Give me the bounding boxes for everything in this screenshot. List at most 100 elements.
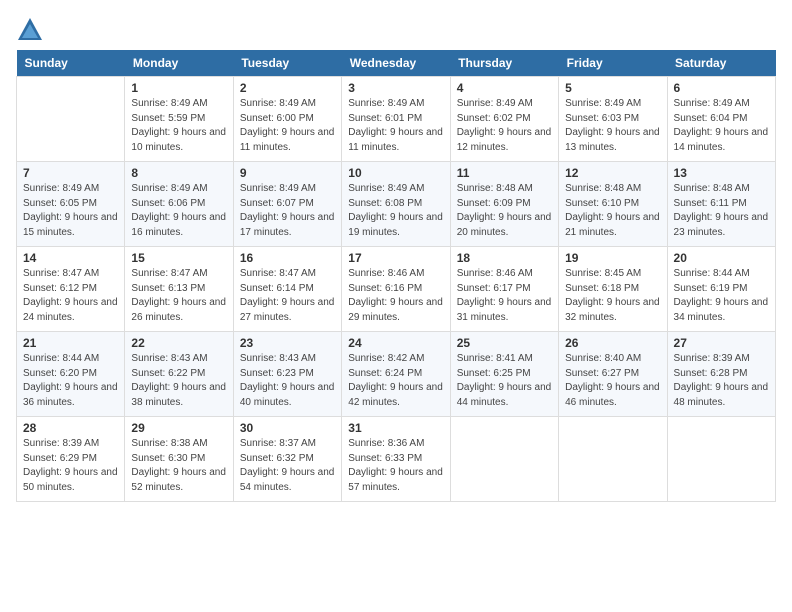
- page-header: [16, 16, 776, 44]
- day-info: Sunrise: 8:44 AMSunset: 6:19 PMDaylight:…: [674, 267, 769, 325]
- calendar-table: SundayMondayTuesdayWednesdayThursdayFrid…: [16, 50, 776, 502]
- day-number: 2: [240, 81, 335, 95]
- calendar-cell: 15 Sunrise: 8:47 AMSunset: 6:13 PMDayligh…: [125, 247, 233, 332]
- day-info: Sunrise: 8:49 AMSunset: 6:06 PMDaylight:…: [131, 182, 226, 240]
- day-number: 18: [457, 251, 552, 265]
- calendar-week-row: 21 Sunrise: 8:44 AMSunset: 6:20 PMDayligh…: [17, 332, 776, 417]
- day-number: 16: [240, 251, 335, 265]
- day-number: 3: [348, 81, 443, 95]
- day-info: Sunrise: 8:49 AMSunset: 6:03 PMDaylight:…: [565, 97, 660, 155]
- calendar-cell: 18 Sunrise: 8:46 AMSunset: 6:17 PMDayligh…: [450, 247, 558, 332]
- calendar-cell: 6 Sunrise: 8:49 AMSunset: 6:04 PMDaylight…: [667, 77, 775, 162]
- calendar-cell: 4 Sunrise: 8:49 AMSunset: 6:02 PMDaylight…: [450, 77, 558, 162]
- day-info: Sunrise: 8:39 AMSunset: 6:28 PMDaylight:…: [674, 352, 769, 410]
- day-number: 5: [565, 81, 660, 95]
- calendar-cell: 12Sunrise: 8:48 AMSunset: 6:10 PMDayligh…: [559, 162, 667, 247]
- day-number: 1: [131, 81, 226, 95]
- day-number: 26: [565, 336, 660, 350]
- day-info: Sunrise: 8:48 AMSunset: 6:10 PMDaylight:…: [565, 182, 660, 240]
- calendar-cell: 17 Sunrise: 8:46 AMSunset: 6:16 PMDayligh…: [342, 247, 450, 332]
- day-info: Sunrise: 8:41 AMSunset: 6:25 PMDaylight:…: [457, 352, 552, 410]
- weekday-header-wednesday: Wednesday: [342, 50, 450, 77]
- day-number: 17: [348, 251, 443, 265]
- day-number: 8: [131, 166, 226, 180]
- day-number: 11: [457, 166, 552, 180]
- day-number: 31: [348, 421, 443, 435]
- calendar-cell: 26 Sunrise: 8:40 AMSunset: 6:27 PMDayligh…: [559, 332, 667, 417]
- day-info: Sunrise: 8:36 AMSunset: 6:33 PMDaylight:…: [348, 437, 443, 495]
- calendar-cell: [450, 417, 558, 502]
- day-info: Sunrise: 8:47 AMSunset: 6:12 PMDaylight:…: [23, 267, 118, 325]
- calendar-cell: 19Sunrise: 8:45 AMSunset: 6:18 PMDayligh…: [559, 247, 667, 332]
- calendar-week-row: 1Sunrise: 8:49 AMSunset: 5:59 PMDaylight…: [17, 77, 776, 162]
- day-number: 4: [457, 81, 552, 95]
- calendar-cell: 25Sunrise: 8:41 AMSunset: 6:25 PMDayligh…: [450, 332, 558, 417]
- calendar-cell: 5 Sunrise: 8:49 AMSunset: 6:03 PMDaylight…: [559, 77, 667, 162]
- day-number: 27: [674, 336, 769, 350]
- calendar-cell: [559, 417, 667, 502]
- weekday-header-friday: Friday: [559, 50, 667, 77]
- day-number: 7: [23, 166, 118, 180]
- day-info: Sunrise: 8:47 AMSunset: 6:13 PMDaylight:…: [131, 267, 226, 325]
- calendar-cell: 29 Sunrise: 8:38 AMSunset: 6:30 PMDayligh…: [125, 417, 233, 502]
- day-number: 15: [131, 251, 226, 265]
- day-info: Sunrise: 8:42 AMSunset: 6:24 PMDaylight:…: [348, 352, 443, 410]
- day-number: 20: [674, 251, 769, 265]
- calendar-cell: 24 Sunrise: 8:42 AMSunset: 6:24 PMDayligh…: [342, 332, 450, 417]
- logo-icon: [16, 16, 44, 44]
- day-info: Sunrise: 8:49 AMSunset: 6:01 PMDaylight:…: [348, 97, 443, 155]
- day-number: 28: [23, 421, 118, 435]
- day-info: Sunrise: 8:46 AMSunset: 6:17 PMDaylight:…: [457, 267, 552, 325]
- calendar-cell: 22 Sunrise: 8:43 AMSunset: 6:22 PMDayligh…: [125, 332, 233, 417]
- day-info: Sunrise: 8:40 AMSunset: 6:27 PMDaylight:…: [565, 352, 660, 410]
- calendar-cell: 27 Sunrise: 8:39 AMSunset: 6:28 PMDayligh…: [667, 332, 775, 417]
- day-info: Sunrise: 8:39 AMSunset: 6:29 PMDaylight:…: [23, 437, 118, 495]
- calendar-cell: 10 Sunrise: 8:49 AMSunset: 6:08 PMDayligh…: [342, 162, 450, 247]
- weekday-header-thursday: Thursday: [450, 50, 558, 77]
- day-info: Sunrise: 8:49 AMSunset: 6:07 PMDaylight:…: [240, 182, 335, 240]
- calendar-cell: 3 Sunrise: 8:49 AMSunset: 6:01 PMDaylight…: [342, 77, 450, 162]
- calendar-cell: 23Sunrise: 8:43 AMSunset: 6:23 PMDayligh…: [233, 332, 341, 417]
- calendar-cell: 11Sunrise: 8:48 AMSunset: 6:09 PMDayligh…: [450, 162, 558, 247]
- calendar-cell: 20 Sunrise: 8:44 AMSunset: 6:19 PMDayligh…: [667, 247, 775, 332]
- day-number: 19: [565, 251, 660, 265]
- calendar-body: 1Sunrise: 8:49 AMSunset: 5:59 PMDaylight…: [17, 77, 776, 502]
- calendar-week-row: 14Sunrise: 8:47 AMSunset: 6:12 PMDayligh…: [17, 247, 776, 332]
- day-info: Sunrise: 8:49 AMSunset: 6:04 PMDaylight:…: [674, 97, 769, 155]
- calendar-cell: 8 Sunrise: 8:49 AMSunset: 6:06 PMDaylight…: [125, 162, 233, 247]
- weekday-header-sunday: Sunday: [17, 50, 125, 77]
- calendar-week-row: 28 Sunrise: 8:39 AMSunset: 6:29 PMDayligh…: [17, 417, 776, 502]
- day-number: 10: [348, 166, 443, 180]
- calendar-cell: 7Sunrise: 8:49 AMSunset: 6:05 PMDaylight…: [17, 162, 125, 247]
- day-number: 29: [131, 421, 226, 435]
- day-info: Sunrise: 8:43 AMSunset: 6:22 PMDaylight:…: [131, 352, 226, 410]
- calendar-cell: 13 Sunrise: 8:48 AMSunset: 6:11 PMDayligh…: [667, 162, 775, 247]
- day-info: Sunrise: 8:38 AMSunset: 6:30 PMDaylight:…: [131, 437, 226, 495]
- day-number: 21: [23, 336, 118, 350]
- day-number: 13: [674, 166, 769, 180]
- calendar-cell: 1Sunrise: 8:49 AMSunset: 5:59 PMDaylight…: [125, 77, 233, 162]
- day-info: Sunrise: 8:46 AMSunset: 6:16 PMDaylight:…: [348, 267, 443, 325]
- day-info: Sunrise: 8:48 AMSunset: 6:11 PMDaylight:…: [674, 182, 769, 240]
- calendar-cell: [17, 77, 125, 162]
- weekday-header-monday: Monday: [125, 50, 233, 77]
- calendar-cell: 30Sunrise: 8:37 AMSunset: 6:32 PMDayligh…: [233, 417, 341, 502]
- calendar-header: SundayMondayTuesdayWednesdayThursdayFrid…: [17, 50, 776, 77]
- calendar-cell: 14Sunrise: 8:47 AMSunset: 6:12 PMDayligh…: [17, 247, 125, 332]
- day-info: Sunrise: 8:37 AMSunset: 6:32 PMDaylight:…: [240, 437, 335, 495]
- day-info: Sunrise: 8:44 AMSunset: 6:20 PMDaylight:…: [23, 352, 118, 410]
- calendar-cell: 2Sunrise: 8:49 AMSunset: 6:00 PMDaylight…: [233, 77, 341, 162]
- calendar-cell: [667, 417, 775, 502]
- day-number: 9: [240, 166, 335, 180]
- day-number: 6: [674, 81, 769, 95]
- calendar-cell: 31 Sunrise: 8:36 AMSunset: 6:33 PMDayligh…: [342, 417, 450, 502]
- day-info: Sunrise: 8:49 AMSunset: 6:08 PMDaylight:…: [348, 182, 443, 240]
- day-info: Sunrise: 8:49 AMSunset: 6:02 PMDaylight:…: [457, 97, 552, 155]
- day-info: Sunrise: 8:47 AMSunset: 6:14 PMDaylight:…: [240, 267, 335, 325]
- day-number: 23: [240, 336, 335, 350]
- logo: [16, 16, 48, 44]
- calendar-cell: 9 Sunrise: 8:49 AMSunset: 6:07 PMDaylight…: [233, 162, 341, 247]
- calendar-week-row: 7Sunrise: 8:49 AMSunset: 6:05 PMDaylight…: [17, 162, 776, 247]
- day-number: 22: [131, 336, 226, 350]
- day-number: 24: [348, 336, 443, 350]
